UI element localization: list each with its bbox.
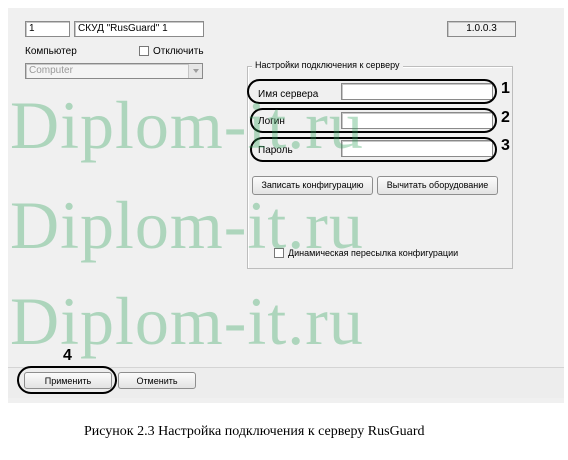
watermark-2: Diplom-it.ru	[10, 187, 364, 263]
chevron-down-icon[interactable]	[188, 64, 202, 78]
computer-select[interactable]: Computer	[25, 63, 203, 79]
callout-number-2: 2	[501, 109, 510, 126]
callout-oval-apply	[17, 366, 117, 394]
callout-number-3: 3	[501, 137, 510, 154]
watermark-1: Diplom-it.ru	[10, 87, 364, 163]
figure-caption: Рисунок 2.3 Настройка подключения к серв…	[84, 424, 425, 439]
disable-checkbox[interactable]	[139, 46, 149, 56]
object-id-field[interactable]: 1	[25, 21, 70, 37]
callout-number-1: 1	[501, 80, 510, 97]
watermark-3: Diplom-it.ru	[10, 283, 364, 359]
connection-legend: Настройки подключения к серверу	[252, 60, 403, 71]
read-hardware-button[interactable]: Вычитать оборудование	[377, 176, 498, 195]
cancel-button[interactable]: Отменить	[118, 372, 196, 389]
version-field: 1.0.0.3	[447, 21, 516, 37]
object-name-field[interactable]: СКУД "RusGuard" 1	[74, 21, 204, 37]
disable-label: Отключить	[153, 46, 204, 57]
computer-select-value: Computer	[29, 65, 73, 76]
computer-label: Компьютер	[25, 46, 77, 57]
